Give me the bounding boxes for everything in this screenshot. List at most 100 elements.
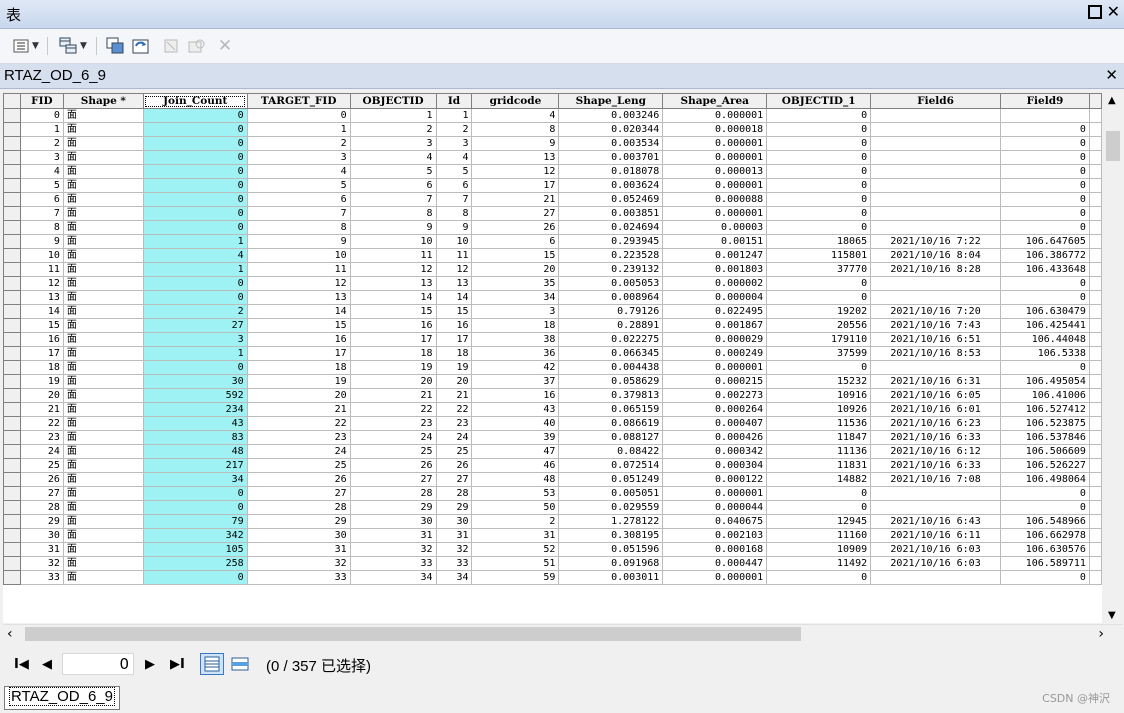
row-selector[interactable] [3, 430, 21, 445]
table-bottom-tab[interactable]: RTAZ_OD_6_9 [4, 686, 120, 710]
table-cell[interactable]: 面 [62, 122, 144, 137]
table-cell[interactable]: 面 [62, 346, 144, 361]
table-cell[interactable]: 20 [435, 374, 473, 389]
table-cell[interactable]: 106.647605 [1000, 234, 1090, 249]
table-cell[interactable]: 0 [766, 220, 872, 235]
table-cell[interactable]: 28 [349, 486, 437, 501]
row-selector[interactable] [3, 570, 21, 585]
table-cell[interactable]: 面 [62, 206, 144, 221]
table-cell[interactable]: 33 [349, 556, 437, 571]
table-cell[interactable]: 0 [1000, 192, 1090, 207]
table-cell[interactable]: 22 [435, 402, 473, 417]
table-cell[interactable]: 28 [246, 500, 351, 515]
table-cell[interactable]: 106.526227 [1000, 458, 1090, 473]
table-cell[interactable]: 2021/10/16 8:04 [870, 248, 1002, 263]
table-cell[interactable]: 11831 [766, 458, 872, 473]
table-cell[interactable]: 592 [142, 388, 248, 403]
table-row[interactable]: 22 面 43 22 23 23 40 0.086619 0.000407 11536 2021/1… [3, 416, 1102, 431]
table-cell[interactable]: 0 [766, 108, 872, 123]
table-cell[interactable]: 13 [435, 276, 473, 291]
table-cell[interactable]: 7 [435, 192, 473, 207]
table-cell[interactable]: 31 [246, 542, 351, 557]
table-cell[interactable]: 0 [766, 178, 872, 193]
row-selector[interactable] [3, 108, 21, 123]
table-cell[interactable]: 0.003011 [558, 570, 664, 585]
row-selector[interactable] [3, 276, 21, 291]
table-cell[interactable]: 11136 [766, 444, 872, 459]
table-cell[interactable]: 0 [766, 136, 872, 151]
table-cell[interactable]: 16 [471, 388, 560, 403]
table-cell[interactable]: 0.008964 [558, 290, 664, 305]
table-cell[interactable]: 0 [766, 150, 872, 165]
table-cell[interactable]: 30 [246, 528, 351, 543]
table-cell[interactable]: 19 [349, 360, 437, 375]
table-cell[interactable]: 52 [471, 542, 560, 557]
table-cell[interactable]: 10 [19, 248, 64, 263]
table-cell[interactable] [870, 178, 1002, 193]
table-cell[interactable]: 2 [435, 122, 473, 137]
table-cell[interactable]: 9 [19, 234, 64, 249]
column-header[interactable]: Join_Count [142, 93, 248, 109]
row-selector[interactable] [3, 220, 21, 235]
table-cell[interactable]: 14 [19, 304, 64, 319]
table-cell[interactable]: 2021/10/16 8:28 [870, 262, 1002, 277]
table-cell[interactable]: 0.000447 [662, 556, 768, 571]
table-cell[interactable]: 24 [19, 444, 64, 459]
table-cell[interactable]: 106.386772 [1000, 248, 1090, 263]
table-cell[interactable]: 106.506609 [1000, 444, 1090, 459]
column-header[interactable]: Field9 [1000, 93, 1090, 109]
table-cell[interactable]: 2021/10/16 6:33 [870, 430, 1002, 445]
table-cell[interactable]: 0.000304 [662, 458, 768, 473]
row-selector[interactable] [3, 542, 21, 557]
table-cell[interactable]: 106.498064 [1000, 472, 1090, 487]
vertical-scroll-thumb[interactable] [1106, 131, 1120, 161]
table-cell[interactable]: 18065 [766, 234, 872, 249]
table-cell[interactable]: 面 [62, 486, 144, 501]
table-cell[interactable]: 面 [62, 402, 144, 417]
select-by-attributes-button[interactable] [104, 35, 126, 57]
table-cell[interactable]: 36 [471, 346, 560, 361]
table-cell[interactable]: 1 [349, 108, 437, 123]
table-cell[interactable]: 40 [471, 416, 560, 431]
table-row[interactable]: 15 面 27 15 16 16 18 0.28891 0.001867 20556 2021/10… [3, 318, 1102, 333]
table-row[interactable]: 3 面 0 3 4 4 13 0.003701 0.000001 0 0 [3, 150, 1102, 165]
table-cell[interactable]: 20556 [766, 318, 872, 333]
table-cell[interactable]: 0 [142, 500, 248, 515]
maximize-icon[interactable] [1088, 5, 1102, 19]
table-cell[interactable] [870, 122, 1002, 137]
table-cell[interactable]: 29 [246, 514, 351, 529]
table-cell[interactable]: 20 [471, 262, 560, 277]
table-cell[interactable]: 0 [246, 108, 351, 123]
table-cell[interactable]: 18 [246, 360, 351, 375]
row-selector[interactable] [3, 402, 21, 417]
table-cell[interactable]: 0 [1000, 220, 1090, 235]
row-selector[interactable] [3, 248, 21, 263]
table-cell[interactable]: 27 [142, 318, 248, 333]
table-cell[interactable]: 0.005053 [558, 276, 664, 291]
table-row[interactable]: 24 面 48 24 25 25 47 0.08422 0.000342 11136 2021/10… [3, 444, 1102, 459]
table-cell[interactable]: 0.000044 [662, 500, 768, 515]
table-cell[interactable]: 0 [142, 220, 248, 235]
table-cell[interactable]: 14882 [766, 472, 872, 487]
table-cell[interactable]: 0 [142, 276, 248, 291]
table-cell[interactable]: 12 [246, 276, 351, 291]
table-cell[interactable]: 0.088127 [558, 430, 664, 445]
row-header-corner[interactable] [3, 93, 21, 109]
table-cell[interactable]: 0.086619 [558, 416, 664, 431]
table-cell[interactable]: 面 [62, 276, 144, 291]
table-cell[interactable]: 18 [471, 318, 560, 333]
row-selector[interactable] [3, 136, 21, 151]
table-cell[interactable]: 2021/10/16 8:53 [870, 346, 1002, 361]
table-cell[interactable]: 1 [142, 262, 248, 277]
table-cell[interactable]: 面 [62, 556, 144, 571]
table-cell[interactable]: 0.308195 [558, 528, 664, 543]
table-cell[interactable]: 29 [349, 500, 437, 515]
table-cell[interactable]: 1 [142, 346, 248, 361]
column-header[interactable]: OBJECTID_1 [766, 93, 872, 109]
row-selector[interactable] [3, 332, 21, 347]
table-cell[interactable]: 面 [62, 514, 144, 529]
table-cell[interactable]: 28 [435, 486, 473, 501]
table-cell[interactable]: 342 [142, 528, 248, 543]
table-cell[interactable]: 面 [62, 528, 144, 543]
table-cell[interactable]: 19202 [766, 304, 872, 319]
